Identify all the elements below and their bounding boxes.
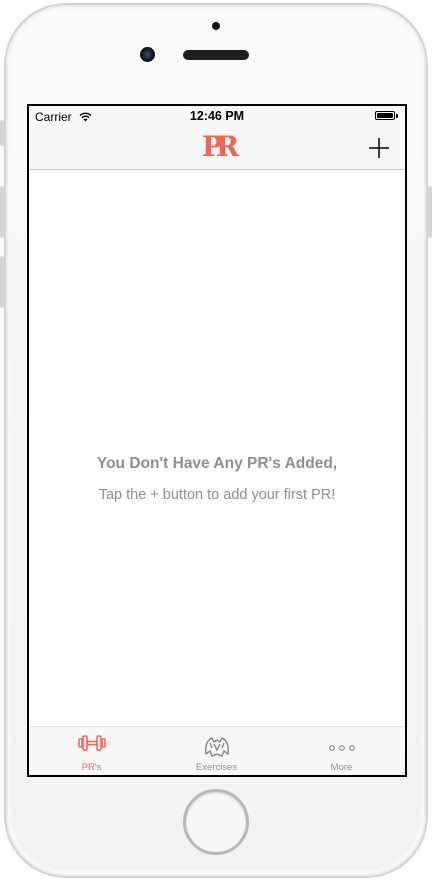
more-dots-icon xyxy=(328,739,356,757)
empty-state-title: You Don't Have Any PR's Added, xyxy=(96,455,338,472)
tab-more[interactable]: More xyxy=(279,727,404,775)
battery-tip xyxy=(396,114,398,118)
tab-prs[interactable]: PR's xyxy=(29,727,154,775)
status-time: 12:46 PM xyxy=(189,109,245,123)
mute-switch xyxy=(0,120,4,146)
power-button xyxy=(428,186,432,238)
tab-exercises[interactable]: Exercises xyxy=(154,727,279,775)
navigation-bar: PR xyxy=(29,126,405,170)
app-screen: Carrier 12:46 PM PR You Don't Have Any P… xyxy=(29,106,405,775)
app-logo: PR xyxy=(201,130,239,163)
volume-down-button xyxy=(0,256,4,308)
home-button[interactable] xyxy=(183,789,249,855)
battery-icon xyxy=(375,111,395,120)
add-pr-button[interactable] xyxy=(367,136,391,160)
muscle-body-icon xyxy=(202,734,232,763)
earpiece-speaker xyxy=(183,50,249,60)
dumbbell-icon xyxy=(77,734,106,757)
volume-up-button xyxy=(0,186,4,238)
tab-label-exercises: Exercises xyxy=(195,762,238,773)
empty-state-subtitle: Tap the + button to add your first PR! xyxy=(98,487,336,503)
tab-label-prs: PR's xyxy=(81,762,102,773)
tab-label-more: More xyxy=(330,762,353,773)
tab-bar: PR's Exercises More xyxy=(29,726,405,775)
status-bar: Carrier 12:46 PM xyxy=(29,106,405,126)
front-camera xyxy=(140,47,155,62)
plus-icon xyxy=(369,138,389,158)
device-screen: Carrier 12:46 PM PR You Don't Have Any P… xyxy=(27,104,407,777)
proximity-sensor xyxy=(212,22,220,30)
